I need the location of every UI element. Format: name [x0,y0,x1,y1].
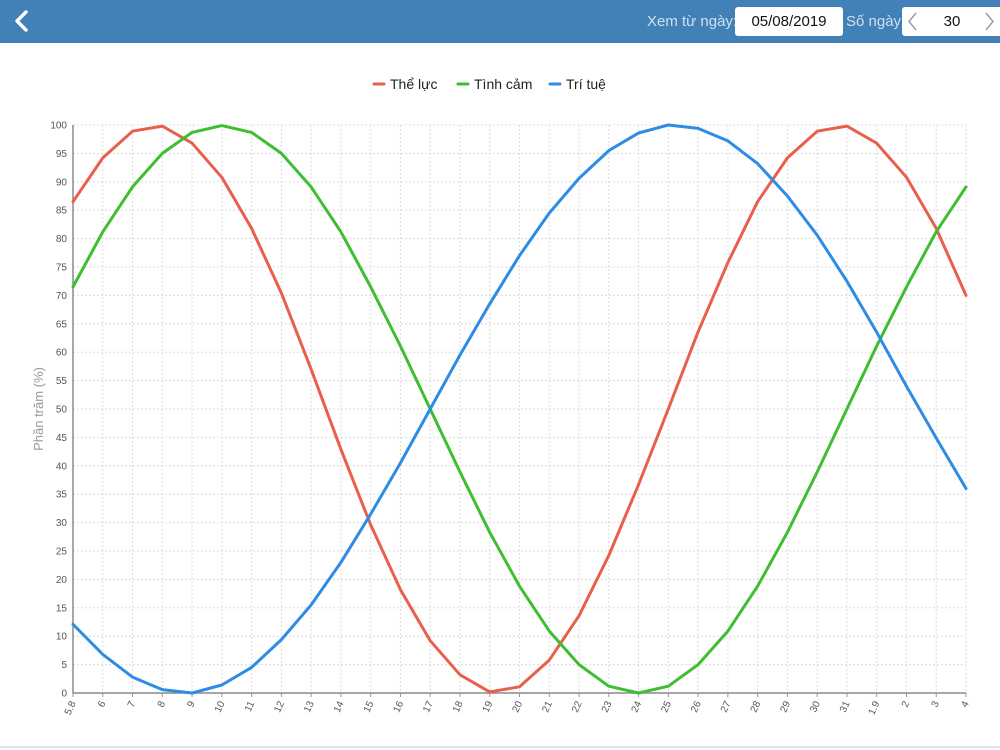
y-tick-label: 60 [56,348,68,359]
chevron-left-icon [908,12,917,31]
x-tick-label: 24 [630,699,645,714]
y-tick-label: 95 [56,149,68,160]
y-tick-label: 30 [56,518,68,529]
legend-item: Tình cảm [456,76,532,92]
top-bar: Xem từ ngày: 05/08/2019 Số ngày: [0,0,1000,43]
y-tick-label: 20 [56,575,68,586]
chart-legend: Thể lực Tình cảm Trí tuệ [372,76,606,92]
y-tick-label: 0 [61,689,67,700]
y-axis: 0 5 10 15 20 25 30 35 40 45 50 55 60 65 70 75 80 85 90 95 10… [50,121,74,700]
x-tick-label: 1.9 [867,699,883,717]
y-tick-label: 65 [56,319,68,330]
days-stepper [902,7,1000,36]
x-tick-label: 9 [185,699,198,709]
y-tick-label: 25 [56,547,68,558]
y-tick-label: 35 [56,490,68,501]
x-tick-label: 16 [391,699,406,714]
x-tick-label: 29 [778,699,793,714]
x-tick-label: 30 [808,699,823,714]
y-tick-label: 50 [56,405,68,416]
y-tick-label: 55 [56,376,68,387]
x-tick-label: 17 [421,699,436,714]
x-tick-label: 8 [156,699,169,709]
x-tick-label: 25 [659,699,674,714]
x-tick-label: 6 [96,699,109,709]
legend-label: Thể lực [390,76,438,92]
x-tick-label: 21 [540,699,555,714]
legend-item: Trí tuệ [548,76,606,92]
x-tick-label: 13 [302,699,317,714]
x-tick-label: 18 [451,699,466,714]
x-tick-label: 5.8 [63,699,79,717]
y-tick-label: 75 [56,263,68,274]
y-tick-label: 5 [61,660,67,671]
y-tick-label: 40 [56,461,68,472]
legend-label: Tình cảm [474,76,532,92]
days-label: Số ngày: [846,13,906,30]
days-input[interactable] [926,7,978,36]
legend-item: Thể lực [372,76,438,92]
y-tick-label: 45 [56,433,68,444]
chevron-right-icon [985,12,994,31]
x-tick-label: 23 [600,699,615,714]
chart-grid [73,124,967,693]
x-tick-label: 11 [243,699,258,713]
increase-days-button[interactable] [978,7,1000,36]
x-tick-label: 3 [930,699,943,709]
chevron-left-icon [15,10,28,32]
y-tick-label: 80 [56,234,68,245]
x-tick-label: 4 [959,699,972,709]
x-tick-label: 31 [838,699,853,714]
x-tick-label: 27 [719,699,734,714]
legend-label: Trí tuệ [566,76,606,92]
x-tick-label: 15 [362,699,377,714]
y-tick-label: 100 [50,121,67,132]
x-tick-label: 14 [332,699,347,714]
y-axis-label: Phần trăm (%) [31,367,46,451]
y-tick-label: 85 [56,206,68,217]
decrease-days-button[interactable] [902,7,924,36]
x-tick-label: 19 [481,699,496,714]
x-tick-label: 26 [689,699,704,714]
from-date-label: Xem từ ngày: [647,13,738,30]
x-tick-label: 12 [272,699,287,714]
x-tick-label: 20 [511,699,526,714]
x-tick-label: 28 [749,699,764,714]
y-tick-label: 10 [56,632,68,643]
x-tick-label: 22 [570,699,585,714]
y-tick-label: 90 [56,177,68,188]
x-axis: 5.8 6 7 8 9 10 11 12 13 14 15 16 17 18 19 20 21 22 23 24 25 2… [63,692,972,717]
from-date-field[interactable]: 05/08/2019 [735,7,843,36]
x-tick-label: 10 [213,699,228,714]
y-tick-label: 70 [56,291,68,302]
back-button[interactable] [6,4,40,38]
x-tick-label: 7 [126,699,139,709]
y-tick-label: 15 [56,603,68,614]
bottom-divider [0,746,1000,748]
x-tick-label: 2 [900,699,913,709]
biorhythm-chart: Thể lực Tình cảm Trí tuệ 0 5 10 15 20 25 30 35 40 4… [31,76,972,717]
